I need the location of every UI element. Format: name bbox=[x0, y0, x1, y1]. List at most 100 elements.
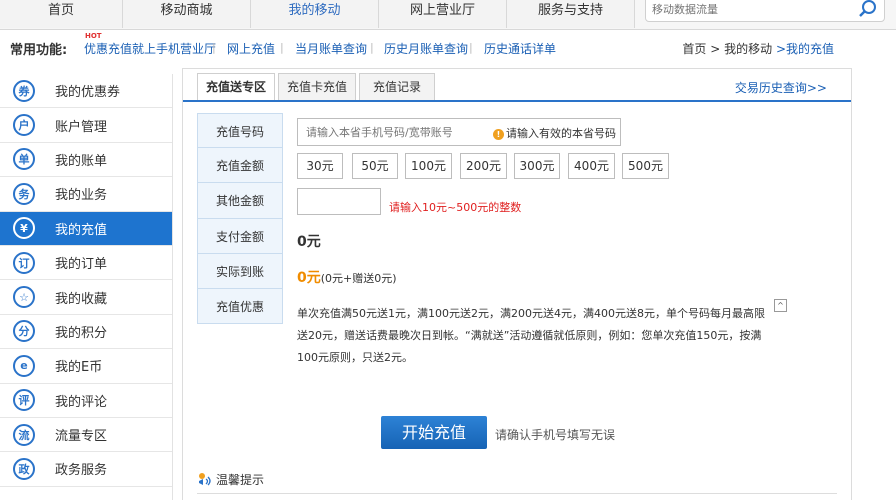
quick-link-discount-recharge[interactable]: 优惠充值就上手机营业厅 bbox=[84, 40, 216, 57]
breadcrumb-current: >我的充值 bbox=[775, 42, 834, 56]
tips-section: 温馨提示 bbox=[197, 471, 264, 488]
search-box bbox=[645, 0, 885, 22]
arrive-amount-value: 0元 bbox=[297, 270, 321, 286]
yuan-icon: ¥ bbox=[13, 217, 35, 240]
account-icon: 户 bbox=[13, 114, 35, 137]
tab-underline bbox=[183, 100, 851, 102]
points-icon: 分 bbox=[13, 320, 35, 343]
sidebar-item-ecoin[interactable]: e 我的E币 bbox=[0, 349, 172, 384]
bill-icon: 单 bbox=[13, 148, 35, 171]
promotion-text: 单次充值满50元送1元，满100元送2元，满200元送4元，满400元送8元，单… bbox=[297, 307, 765, 364]
recharge-panel: 充值送专区 充值卡充值 充值记录 交易历史查询>> 充值号码 充值金额 其他金额… bbox=[182, 68, 852, 500]
quick-link-online-recharge[interactable]: 网上充值 bbox=[227, 40, 275, 57]
sidebar-item-label: 我的业务 bbox=[55, 188, 108, 204]
actual-arrive: 0元(0元+赠送0元) bbox=[297, 267, 397, 287]
label-pay-amount: 支付金额 bbox=[197, 218, 283, 254]
nav-tab-home[interactable]: 首页 bbox=[0, 0, 123, 28]
separator: | bbox=[280, 41, 284, 54]
amount-200-button[interactable]: 200元 bbox=[460, 153, 507, 179]
label-actual-arrive: 实际到账 bbox=[197, 253, 283, 289]
sidebar-item-comments[interactable]: 评 我的评论 bbox=[0, 384, 172, 418]
sidebar-item-label: 我的优惠券 bbox=[55, 85, 121, 101]
separator: | bbox=[212, 41, 216, 54]
other-amount-input[interactable] bbox=[298, 189, 378, 214]
sidebar-item-bill[interactable]: 单 我的账单 bbox=[0, 143, 172, 178]
sidebar-item-label: 我的账单 bbox=[55, 153, 108, 169]
form-row-labels: 充值号码 充值金额 其他金额 支付金额 实际到账 充值优惠 bbox=[197, 113, 283, 325]
coupon-icon: 券 bbox=[13, 79, 35, 102]
sidebar-item-business[interactable]: 务 我的业务 bbox=[0, 177, 172, 212]
tips-divider bbox=[197, 493, 837, 494]
label-promotion: 充值优惠 bbox=[197, 288, 283, 325]
phone-warning-text: 请输入有效的本省号码 bbox=[506, 127, 616, 140]
sidebar-item-label: 政务服务 bbox=[55, 463, 108, 479]
tab-recharge-bonus[interactable]: 充值送专区 bbox=[197, 73, 275, 101]
nav-tab-my-mobile[interactable]: 我的移动 bbox=[251, 0, 379, 28]
amount-50-button[interactable]: 50元 bbox=[352, 153, 398, 179]
label-amount: 充值金额 bbox=[197, 148, 283, 184]
sidebar-item-label: 我的E币 bbox=[55, 360, 103, 376]
amount-400-button[interactable]: 400元 bbox=[568, 153, 615, 179]
sidebar-item-label: 我的充值 bbox=[55, 222, 108, 238]
hot-badge: HOT bbox=[85, 32, 102, 40]
separator: | bbox=[370, 41, 374, 54]
pay-amount-value: 0元 bbox=[297, 234, 321, 250]
tips-label: 温馨提示 bbox=[216, 473, 265, 487]
quick-link-monthly-bill[interactable]: 当月账单查询 bbox=[295, 40, 367, 57]
nav-tab-service[interactable]: 服务与支持 bbox=[507, 0, 635, 28]
start-hint: 请确认手机号填写无误 bbox=[495, 428, 616, 442]
ecoin-icon: e bbox=[13, 354, 35, 377]
gov-icon: 政 bbox=[13, 457, 35, 480]
nav-tab-online-hall[interactable]: 网上营业厅 bbox=[379, 0, 507, 28]
tab-card-recharge[interactable]: 充值卡充值 bbox=[278, 73, 356, 101]
tab-recharge-records[interactable]: 充值记录 bbox=[359, 73, 435, 101]
amount-100-button[interactable]: 100元 bbox=[405, 153, 452, 179]
phone-field: !请输入有效的本省号码 bbox=[297, 118, 621, 146]
sidebar-item-label: 我的评论 bbox=[55, 394, 108, 410]
arrive-detail: (0元+赠送0元) bbox=[320, 272, 397, 285]
amount-300-button[interactable]: 300元 bbox=[514, 153, 560, 179]
breadcrumb-home[interactable]: 首页 bbox=[682, 42, 706, 56]
business-icon: 务 bbox=[13, 182, 35, 205]
sidebar-item-account[interactable]: 户 账户管理 bbox=[0, 108, 172, 143]
sidebar-item-recharge[interactable]: ¥ 我的充值 bbox=[0, 211, 172, 246]
nav-tab-mall[interactable]: 移动商城 bbox=[123, 0, 251, 28]
label-other-amount: 其他金额 bbox=[197, 183, 283, 219]
breadcrumb: 首页 > 我的移动 >我的充值 bbox=[682, 40, 834, 57]
sidebar-item-orders[interactable]: 订 我的订单 bbox=[0, 246, 172, 281]
collapse-button[interactable]: ^ bbox=[774, 299, 787, 312]
quick-link-history-bill[interactable]: 历史月账单查询 bbox=[384, 40, 468, 57]
sidebar-item-label: 我的收藏 bbox=[55, 291, 108, 307]
sidebar: 券 我的优惠券 户 账户管理 单 我的账单 务 我的业务 ¥ 我的充值 订 我的订单 ☆ 我的… bbox=[0, 74, 173, 500]
phone-warning: ! 请输入有效的本省号码 bbox=[493, 125, 616, 141]
other-amount-hint: 请输入10元~500元的整数 bbox=[389, 201, 522, 214]
order-icon: 订 bbox=[13, 251, 35, 274]
sidebar-item-favorites[interactable]: ☆ 我的收藏 bbox=[0, 280, 172, 315]
other-amount-field bbox=[297, 188, 381, 215]
quick-functions-label: 常用功能: bbox=[10, 43, 68, 58]
speaker-icon bbox=[199, 473, 211, 486]
top-nav: 首页 移动商城 我的移动 网上营业厅 服务与支持 bbox=[0, 0, 896, 30]
search-icon[interactable] bbox=[858, 0, 878, 19]
sidebar-item-label: 我的积分 bbox=[55, 325, 108, 341]
sidebar-item-label: 账户管理 bbox=[55, 119, 108, 135]
amount-500-button[interactable]: 500元 bbox=[622, 153, 669, 179]
start-recharge-button[interactable]: 开始充值 bbox=[381, 416, 487, 449]
phone-input[interactable] bbox=[298, 119, 478, 145]
sidebar-item-gov-service[interactable]: 政 政务服务 bbox=[0, 452, 172, 487]
search-input[interactable] bbox=[646, 0, 846, 21]
star-icon: ☆ bbox=[13, 286, 35, 309]
breadcrumb-parent[interactable]: 我的移动 bbox=[724, 42, 772, 56]
quick-link-call-details[interactable]: 历史通话详单 bbox=[484, 40, 556, 57]
label-phone: 充值号码 bbox=[197, 113, 283, 149]
sidebar-item-points[interactable]: 分 我的积分 bbox=[0, 315, 172, 350]
hourglass-icon: 流 bbox=[13, 423, 35, 446]
sidebar-item-data-zone[interactable]: 流 流量专区 bbox=[0, 418, 172, 453]
separator: | bbox=[469, 41, 473, 54]
amount-30-button[interactable]: 30元 bbox=[297, 153, 343, 179]
comment-icon: 评 bbox=[13, 389, 35, 412]
sidebar-item-label: 我的订单 bbox=[55, 257, 108, 273]
transaction-history-link[interactable]: 交易历史查询>> bbox=[735, 79, 827, 96]
sidebar-item-coupons[interactable]: 券 我的优惠券 bbox=[0, 74, 172, 109]
sidebar-item-label: 流量专区 bbox=[55, 429, 108, 445]
